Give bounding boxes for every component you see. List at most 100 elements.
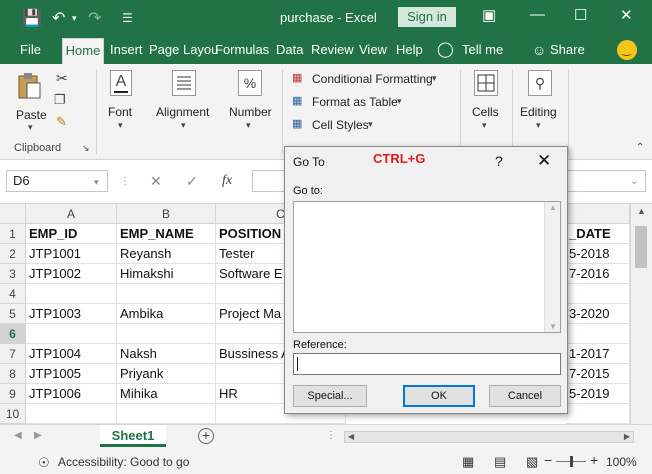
- feedback-smiley-icon[interactable]: [617, 40, 637, 60]
- number-icon[interactable]: %: [238, 70, 262, 96]
- cell-b[interactable]: EMP_NAME: [117, 224, 216, 244]
- tab-formulas[interactable]: Formulas: [215, 36, 269, 64]
- cell-styles-dropdown-icon[interactable]: ▾: [368, 119, 373, 130]
- cell-date-partial[interactable]: 7-2016: [566, 264, 630, 284]
- number-group-button[interactable]: Number: [229, 105, 272, 119]
- page-layout-view-icon[interactable]: ▤: [494, 454, 506, 470]
- scroll-up-icon[interactable]: ▲: [637, 206, 646, 216]
- cancel-icon[interactable]: ✕: [150, 173, 162, 190]
- row-header[interactable]: 6: [0, 324, 26, 344]
- ribbon-display-options-icon[interactable]: ▣: [482, 6, 496, 24]
- cell-b[interactable]: Naksh: [117, 344, 216, 364]
- cell-b[interactable]: Ambika: [117, 304, 216, 324]
- clipboard-launcher-icon[interactable]: ↘: [82, 143, 90, 154]
- paste-dropdown-icon[interactable]: ▾: [28, 122, 33, 133]
- collapse-ribbon-icon[interactable]: ⌃: [636, 142, 644, 153]
- share-button[interactable]: Share: [550, 36, 585, 64]
- sheet-tab-sheet1[interactable]: Sheet1: [100, 425, 166, 447]
- insert-function-button[interactable]: fx: [222, 173, 232, 189]
- vertical-scrollbar[interactable]: ▲: [630, 204, 652, 424]
- cell-date-partial[interactable]: 5-2019: [566, 384, 630, 404]
- tab-home[interactable]: Home: [62, 38, 104, 64]
- conditional-formatting-button[interactable]: Conditional Formatting: [312, 72, 433, 86]
- select-all-corner[interactable]: [0, 204, 26, 224]
- special-button[interactable]: Special...: [293, 385, 367, 407]
- cell-a[interactable]: JTP1006: [26, 384, 117, 404]
- tab-insert[interactable]: Insert: [110, 36, 143, 64]
- cell-date-partial[interactable]: _DATE: [566, 224, 630, 244]
- row-header[interactable]: 8: [0, 364, 26, 384]
- cell-b[interactable]: Priyank: [117, 364, 216, 384]
- dialog-close-icon[interactable]: ✕: [537, 151, 551, 171]
- cell-a[interactable]: [26, 404, 117, 424]
- go-to-list-scrollbar[interactable]: ▲ ▼: [544, 202, 560, 332]
- cell-a[interactable]: JTP1003: [26, 304, 117, 324]
- cell-date-partial[interactable]: 1-2017: [566, 344, 630, 364]
- tab-help[interactable]: Help: [396, 36, 423, 64]
- tab-split-grip-icon[interactable]: ⋮: [326, 430, 336, 441]
- cell-styles-button[interactable]: Cell Styles: [312, 118, 369, 132]
- cells-group-button[interactable]: Cells: [472, 105, 499, 119]
- tab-view[interactable]: View: [359, 36, 387, 64]
- zoom-out-icon[interactable]: −: [544, 452, 552, 468]
- cell-b[interactable]: Mihika: [117, 384, 216, 404]
- next-sheet-icon[interactable]: ▶: [34, 430, 42, 441]
- dialog-help-button[interactable]: ?: [495, 153, 503, 169]
- undo-dropdown-icon[interactable]: ▾: [72, 13, 77, 24]
- cell-date-partial[interactable]: 7-2015: [566, 364, 630, 384]
- paste-button[interactable]: Paste: [16, 108, 47, 122]
- cell-date-partial[interactable]: [566, 324, 630, 344]
- tab-page-layout[interactable]: Page Layou: [149, 36, 218, 64]
- cell-b[interactable]: [117, 324, 216, 344]
- list-scroll-down-icon[interactable]: ▼: [549, 322, 557, 331]
- row-header[interactable]: 1: [0, 224, 26, 244]
- scroll-right-icon[interactable]: ▶: [624, 432, 630, 441]
- format-as-table-button[interactable]: Format as Table: [312, 95, 398, 109]
- normal-view-icon[interactable]: ▦: [462, 454, 474, 470]
- cell-a[interactable]: [26, 284, 117, 304]
- font-icon[interactable]: A: [110, 70, 132, 96]
- save-icon[interactable]: 💾: [22, 8, 42, 28]
- prev-sheet-icon[interactable]: ◀: [14, 430, 22, 441]
- vertical-scroll-thumb[interactable]: [635, 226, 647, 268]
- column-header-b[interactable]: B: [117, 204, 216, 224]
- conditional-formatting-dropdown-icon[interactable]: ▾: [432, 73, 437, 84]
- editing-group-button[interactable]: Editing: [520, 105, 557, 119]
- tab-review[interactable]: Review: [311, 36, 354, 64]
- accessibility-status[interactable]: Accessibility: Good to go: [58, 455, 189, 469]
- cell-a[interactable]: JTP1005: [26, 364, 117, 384]
- cell-a[interactable]: EMP_ID: [26, 224, 117, 244]
- alignment-group-button[interactable]: Alignment: [156, 105, 209, 119]
- close-icon[interactable]: ✕: [620, 6, 633, 24]
- cut-icon[interactable]: ✂: [56, 70, 68, 87]
- tell-me-search[interactable]: Tell me: [462, 36, 503, 64]
- tab-data[interactable]: Data: [276, 36, 303, 64]
- number-dropdown-icon[interactable]: ▾: [246, 120, 251, 131]
- name-box[interactable]: D6: [6, 170, 108, 192]
- sign-in-button[interactable]: Sign in: [398, 7, 456, 27]
- go-to-list[interactable]: ▲ ▼: [293, 201, 561, 333]
- reference-input[interactable]: [293, 353, 561, 375]
- row-header[interactable]: 10: [0, 404, 26, 424]
- undo-icon[interactable]: ↶: [52, 8, 65, 28]
- maximize-icon[interactable]: ☐: [574, 6, 587, 24]
- copy-icon[interactable]: ❐: [54, 92, 66, 108]
- cell-b[interactable]: Himakshi: [117, 264, 216, 284]
- alignment-dropdown-icon[interactable]: ▾: [181, 120, 186, 131]
- row-header[interactable]: 4: [0, 284, 26, 304]
- list-scroll-up-icon[interactable]: ▲: [549, 203, 557, 212]
- cells-icon[interactable]: [474, 70, 498, 96]
- paste-icon[interactable]: [16, 72, 42, 100]
- cell-date-partial[interactable]: [566, 284, 630, 304]
- row-header[interactable]: 3: [0, 264, 26, 284]
- scroll-left-icon[interactable]: ◀: [348, 432, 354, 441]
- row-header[interactable]: 7: [0, 344, 26, 364]
- cell-b[interactable]: [117, 404, 216, 424]
- add-sheet-icon[interactable]: +: [198, 428, 214, 444]
- expand-formula-bar-icon[interactable]: ⌄: [630, 176, 638, 187]
- cell-b[interactable]: Reyansh: [117, 244, 216, 264]
- cell-a[interactable]: JTP1001: [26, 244, 117, 264]
- name-box-dropdown-icon[interactable]: ▾: [94, 177, 99, 188]
- column-header-a[interactable]: A: [26, 204, 117, 224]
- search-icon[interactable]: ⚲: [528, 70, 552, 96]
